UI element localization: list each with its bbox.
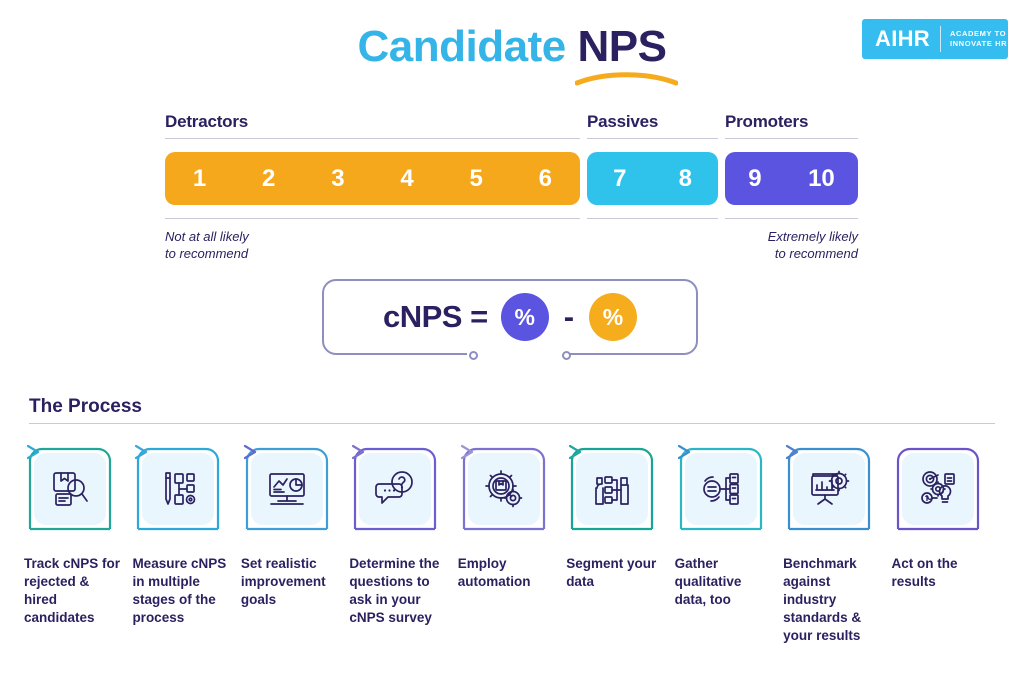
step-label-8: Benchmark against industry standards & y…	[783, 556, 862, 643]
documents-network-icon	[684, 453, 757, 525]
process-step-9: Act on the results	[892, 443, 1000, 658]
logo-tagline: ACADEMY TO INNOVATE HR	[950, 29, 1007, 49]
process-step-2: Measure cNPS in multiple stages of the p…	[132, 443, 240, 658]
target-idea-network-icon	[901, 453, 974, 525]
aihr-logo: AIHR ACADEMY TO INNOVATE HR	[862, 19, 1008, 59]
step-arrow-7	[677, 444, 690, 460]
step-frame-1	[24, 443, 116, 535]
score-6: 6	[538, 164, 553, 192]
step-frame-5	[458, 443, 550, 535]
formula-operator: -	[563, 299, 575, 334]
step-frame-4	[349, 443, 441, 535]
scale-hint-left-line1: Not at all likely	[165, 229, 249, 244]
step-label-1: Track cNPS for rejected & hired candidat…	[24, 556, 121, 625]
step-label-9: Act on the results	[891, 556, 958, 589]
step-label-6: Segment your data	[566, 556, 657, 589]
step-arrow-5	[460, 444, 473, 460]
scale-hint-right: Extremely likely to recommend	[725, 228, 858, 262]
group-rule-top-passives	[587, 138, 718, 139]
score-9: 9	[748, 164, 762, 192]
formula-connector-knob-left	[469, 351, 478, 360]
process-step-5: Employ automation	[458, 443, 566, 658]
score-3: 3	[331, 164, 345, 192]
score-4: 4	[400, 164, 414, 192]
step-frame-8	[783, 443, 875, 535]
score-bar-detractors: 1 2 3 4 5 6	[165, 152, 580, 205]
step-frame-2	[132, 443, 224, 535]
step-label-3: Set realistic improvement goals	[240, 556, 326, 607]
step-label-7: Gather qualitative data, too	[674, 556, 742, 607]
benchmark-board-icon	[793, 453, 866, 525]
formula-connector-gap	[467, 352, 569, 357]
question-chat-icon	[359, 453, 432, 525]
step-arrow-6	[569, 444, 582, 460]
score-5: 5	[469, 164, 483, 192]
logo-wordmark: AIHR	[875, 26, 930, 51]
process-step-3: Set realistic improvement goals	[241, 443, 349, 658]
group-rule-bottom-passives	[587, 218, 718, 219]
logo-tagline-line1: ACADEMY TO	[949, 29, 1007, 38]
step-arrow-8	[785, 444, 799, 460]
document-search-icon	[34, 453, 106, 525]
process-step-4: Determine the questions to ask in your c…	[349, 443, 457, 658]
step-arrow-4	[352, 444, 365, 460]
step-label-2: Measure cNPS in multiple stages of the p…	[132, 556, 227, 625]
process-heading: The Process	[29, 396, 142, 417]
scale-hint-right-line1: Extremely likely	[767, 229, 858, 244]
cnps-formula-label: cNPS =	[382, 299, 488, 334]
process-steps: Track cNPS for rejected & hired candidat…	[24, 443, 1000, 658]
formula-connector-knob-right	[562, 351, 571, 360]
step-frame-6	[566, 443, 658, 535]
process-step-8: Benchmark against industry standards & y…	[783, 443, 891, 658]
step-arrow-1	[26, 444, 40, 460]
process-step-7: Gather qualitative data, too	[675, 443, 783, 658]
score-2: 2	[262, 164, 276, 192]
score-1: 1	[192, 164, 207, 192]
segmentation-flow-icon	[576, 453, 649, 525]
step-frame-9	[892, 443, 984, 535]
process-step-6: Segment your data	[566, 443, 674, 658]
nps-scale: Detractors 1 2 3 4 5 6 Not at all likely…	[0, 112, 1024, 287]
page-title-part2: NPS	[577, 22, 667, 71]
group-label-passives: Passives	[587, 112, 659, 131]
score-8: 8	[678, 164, 692, 192]
cnps-formula: cNPS = % - %	[322, 279, 698, 360]
step-arrow-3	[243, 444, 256, 460]
scale-group-passives: Passives 7 8	[587, 112, 718, 219]
group-rule-bottom-promoters	[725, 218, 858, 219]
step-frame-3	[241, 443, 333, 535]
cnps-formula-box: cNPS = % - %	[322, 279, 698, 355]
group-label-detractors: Detractors	[165, 112, 249, 131]
scale-hint-right-line2: to recommend	[774, 246, 858, 261]
scale-group-promoters: Promoters 9 10 Extremely likely to recom…	[725, 112, 858, 262]
scale-group-detractors: Detractors 1 2 3 4 5 6 Not at all likely…	[165, 112, 580, 262]
presentation-chart-icon	[250, 453, 323, 525]
group-label-promoters: Promoters	[725, 112, 809, 131]
gears-box-icon	[467, 453, 540, 525]
group-rule-top-promoters	[725, 138, 858, 139]
logo-tagline-line2: INNOVATE HR	[949, 39, 1008, 48]
group-rule-top-detractors	[165, 138, 580, 139]
group-rule-bottom-detractors	[165, 218, 580, 219]
step-arrow-2	[135, 444, 148, 460]
step-label-5: Employ automation	[457, 556, 531, 589]
detractors-percent-bubble: %	[589, 293, 638, 341]
pencil-workflow-icon	[142, 453, 215, 525]
score-7: 7	[613, 164, 627, 192]
title-underline-swoosh	[575, 72, 678, 86]
step-frame-7	[675, 443, 767, 535]
score-bar-promoters: 9 10	[725, 152, 858, 205]
step-label-4: Determine the questions to ask in your c…	[349, 556, 440, 625]
promoters-percent-bubble: %	[500, 293, 549, 341]
logo-divider	[939, 26, 941, 52]
process-divider	[29, 423, 995, 424]
score-10: 10	[808, 164, 835, 192]
infographic-page: Candidate NPS AIHR ACADEMY TO INNOVATE H…	[0, 0, 1024, 680]
score-bar-passives: 7 8	[587, 152, 718, 205]
scale-hint-left: Not at all likely to recommend	[165, 228, 580, 262]
page-title-part1: Candidate	[357, 22, 567, 71]
scale-hint-left-line2: to recommend	[165, 246, 249, 261]
process-step-1: Track cNPS for rejected & hired candidat…	[24, 443, 132, 658]
